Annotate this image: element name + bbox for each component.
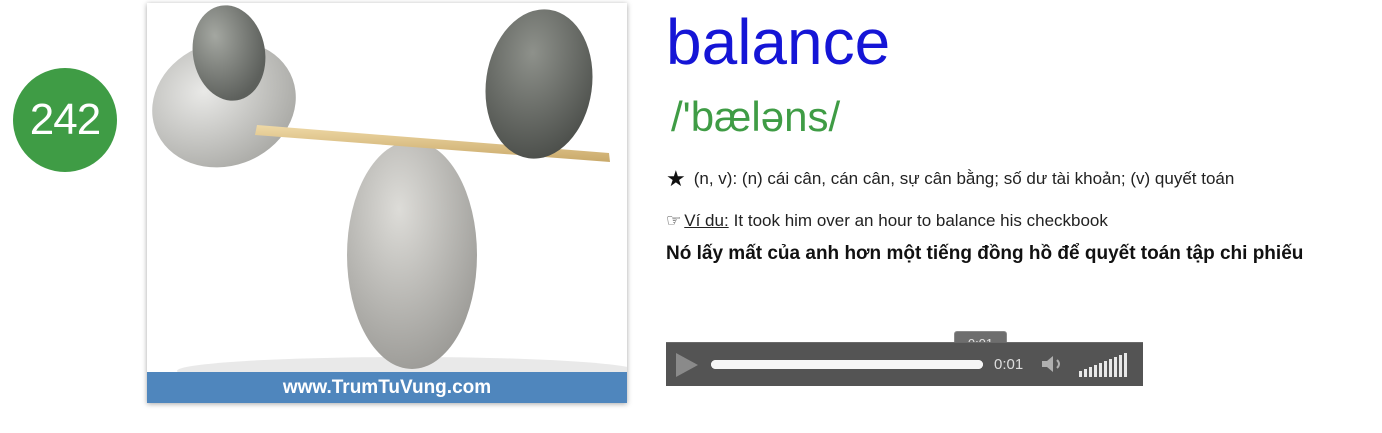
volume-bar	[1104, 361, 1107, 377]
volume-icon[interactable]	[1040, 352, 1070, 376]
example-sentence: ☞ Ví du: It took him over an hour to balan…	[666, 211, 1356, 231]
word-number-badge: 242	[13, 68, 117, 172]
word-meaning: ★ (n, v): (n) cái cân, cán cân, sự cân b…	[666, 166, 1376, 192]
play-icon[interactable]	[676, 353, 698, 377]
vocabulary-word: balance	[666, 6, 891, 78]
volume-bar	[1079, 371, 1082, 377]
volume-bar	[1094, 365, 1097, 377]
word-illustration: www.TrumTuVung.com	[147, 3, 627, 403]
volume-bar	[1124, 353, 1127, 377]
volume-bar	[1119, 355, 1122, 377]
word-number: 242	[29, 95, 101, 144]
volume-bar	[1084, 369, 1087, 377]
star-icon: ★	[666, 166, 686, 191]
pointing-hand-icon: ☞	[666, 211, 682, 230]
time-display: 0:01	[994, 356, 1024, 373]
volume-bar	[1089, 367, 1092, 377]
audio-player: 0:01	[666, 342, 1143, 386]
volume-slider[interactable]	[1079, 353, 1133, 377]
volume-bar	[1099, 363, 1102, 377]
meaning-text: (n, v): (n) cái cân, cán cân, sự cân bằn…	[693, 169, 1235, 188]
volume-bar	[1109, 359, 1112, 377]
watermark: www.TrumTuVung.com	[147, 372, 627, 403]
progress-fill	[711, 360, 983, 369]
volume-bar	[1114, 357, 1117, 377]
example-label: Ví du:	[684, 211, 729, 230]
progress-bar[interactable]	[711, 360, 983, 369]
balancing-stones-image	[152, 5, 627, 385]
example-translation: Nó lấy mất của anh hơn một tiếng đồng hồ…	[666, 243, 1304, 264]
example-text: It took him over an hour to balance his …	[733, 211, 1108, 230]
phonetic-transcription: /'bæləns/	[671, 93, 841, 140]
